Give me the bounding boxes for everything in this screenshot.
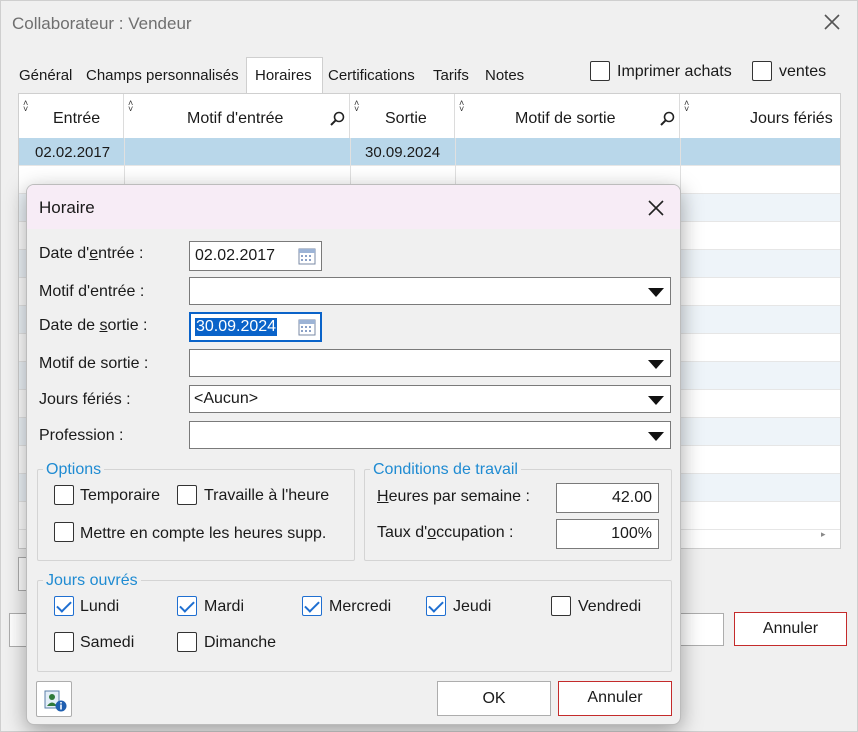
horaire-dialog: Horaire Date d'entrée : 02.02.2017 Motif… xyxy=(26,184,681,725)
profession-label: Profession : xyxy=(39,427,124,444)
heures-semaine-input[interactable]: 42.00 xyxy=(556,483,659,513)
background-button[interactable] xyxy=(676,613,724,646)
lundi-label: Lundi xyxy=(80,598,120,615)
scroll-right-icon[interactable]: ▸ xyxy=(821,529,826,540)
column-header-jours-feries[interactable]: ˄ ˅ Jours fériés xyxy=(680,94,840,138)
sort-icon: ˄ ˅ xyxy=(354,98,360,114)
travaille-heure-label: Travaille à l'heure xyxy=(204,487,330,504)
date-sortie-field[interactable]: 30.09.2024 xyxy=(189,312,322,342)
search-icon[interactable] xyxy=(659,111,675,127)
sort-icon: ˄ ˅ xyxy=(23,98,29,114)
vendredi-checkbox[interactable] xyxy=(551,596,571,616)
column-header-motif-entree[interactable]: ˄ ˅ Motif d'entrée xyxy=(124,94,350,138)
sort-icon: ˄ ˅ xyxy=(459,98,465,114)
temporaire-label: Temporaire xyxy=(80,487,161,504)
motif-entree-select[interactable] xyxy=(189,277,671,305)
tab-notes[interactable]: Notes xyxy=(485,67,524,84)
jeudi-label: Jeudi xyxy=(453,598,492,615)
dialog-titlebar xyxy=(27,185,680,229)
tab-champs-personnalises[interactable]: Champs personnalisés xyxy=(86,67,239,84)
jours-ouvres-group-title: Jours ouvrés xyxy=(43,572,141,590)
dialog-title: Horaire xyxy=(39,198,95,217)
print-purchases-label: Imprimer achats xyxy=(617,63,732,80)
conditions-group-title: Conditions de travail xyxy=(370,461,521,479)
motif-sortie-select[interactable] xyxy=(189,349,671,377)
jours-feries-label: Jours fériés : xyxy=(39,391,131,408)
profession-select[interactable] xyxy=(189,421,671,449)
tab-horaires[interactable]: Horaires xyxy=(255,67,312,84)
mercredi-label: Mercredi xyxy=(329,598,392,615)
cell-sortie: 30.09.2024 xyxy=(365,144,441,161)
date-entree-label: Date d'entrée : xyxy=(39,245,144,262)
dimanche-label: Dimanche xyxy=(204,634,277,651)
window-title: Collaborateur : Vendeur xyxy=(12,14,192,33)
close-icon[interactable] xyxy=(643,195,669,221)
search-icon[interactable] xyxy=(329,111,345,127)
dropdown-arrow-icon xyxy=(648,432,664,441)
samedi-checkbox[interactable] xyxy=(54,632,74,652)
dimanche-checkbox[interactable] xyxy=(177,632,197,652)
print-purchases-checkbox[interactable] xyxy=(590,61,610,81)
column-header-entree[interactable]: ˄ ˅ Entrée xyxy=(19,94,124,138)
sort-icon: ˄ ˅ xyxy=(128,98,134,114)
calendar-icon[interactable] xyxy=(297,317,317,337)
table-row[interactable]: 02.02.2017 30.09.2024 xyxy=(19,138,840,166)
calendar-icon[interactable] xyxy=(297,246,317,266)
options-group-title: Options xyxy=(43,461,105,479)
info-button[interactable] xyxy=(36,681,72,717)
sales-checkbox[interactable] xyxy=(752,61,772,81)
taux-occupation-input[interactable]: 100% xyxy=(556,519,659,549)
cell-entree: 02.02.2017 xyxy=(35,144,111,161)
jours-feries-select[interactable]: <Aucun> xyxy=(189,385,671,413)
dropdown-arrow-icon xyxy=(648,360,664,369)
cancel-button[interactable]: Annuler xyxy=(558,681,672,716)
tab-tarifs[interactable]: Tarifs xyxy=(433,67,469,84)
close-icon[interactable] xyxy=(819,9,845,35)
dropdown-arrow-icon xyxy=(648,288,664,297)
vendredi-label: Vendredi xyxy=(578,598,642,615)
options-group xyxy=(37,469,355,561)
samedi-label: Samedi xyxy=(80,634,135,651)
date-sortie-label: Date de sortie : xyxy=(39,317,148,334)
column-header-sortie[interactable]: ˄ ˅ Sortie xyxy=(350,94,455,138)
heures-supp-checkbox[interactable] xyxy=(54,522,74,542)
mardi-checkbox[interactable] xyxy=(177,596,197,616)
jeudi-checkbox[interactable] xyxy=(426,596,446,616)
motif-entree-label: Motif d'entrée : xyxy=(39,283,145,300)
heures-supp-label: Mettre en compte les heures supp. xyxy=(80,525,327,542)
sort-icon: ˄ ˅ xyxy=(684,98,690,114)
temporaire-checkbox[interactable] xyxy=(54,485,74,505)
date-entree-field[interactable]: 02.02.2017 xyxy=(189,241,322,271)
column-header-motif-sortie[interactable]: ˄ ˅ Motif de sortie xyxy=(455,94,680,138)
dropdown-arrow-icon xyxy=(648,396,664,405)
mercredi-checkbox[interactable] xyxy=(302,596,322,616)
background-cancel-button[interactable]: Annuler xyxy=(734,612,847,646)
motif-sortie-label: Motif de sortie : xyxy=(39,355,149,372)
tab-certifications[interactable]: Certifications xyxy=(328,67,415,84)
ok-button[interactable]: OK xyxy=(437,681,551,716)
person-info-icon xyxy=(44,690,67,712)
taux-occupation-label: Taux d'occupation : xyxy=(377,524,514,541)
sales-label: ventes xyxy=(779,63,827,80)
mardi-label: Mardi xyxy=(204,598,245,615)
tab-general[interactable]: Général xyxy=(19,67,72,84)
lundi-checkbox[interactable] xyxy=(54,596,74,616)
heures-semaine-label: Heures par semaine : xyxy=(377,488,530,505)
jours-ouvres-group xyxy=(37,580,672,672)
travaille-heure-checkbox[interactable] xyxy=(177,485,197,505)
